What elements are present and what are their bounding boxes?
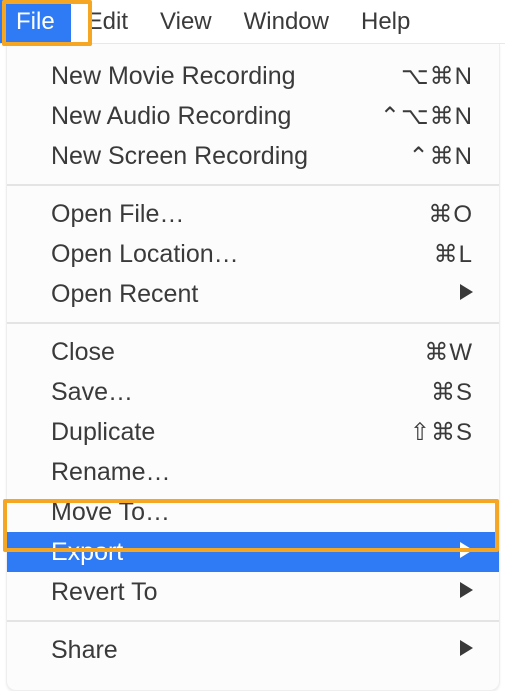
menu-item-label: Open Recent bbox=[51, 280, 460, 309]
file-menu-dropdown: New Movie Recording ⌥⌘N New Audio Record… bbox=[6, 44, 500, 691]
menu-item-label: Open File… bbox=[51, 200, 428, 229]
menu-item-label: New Audio Recording bbox=[51, 102, 380, 131]
menu-item-label: Save… bbox=[51, 378, 431, 407]
menu-group: Close ⌘W Save… ⌘S Duplicate ⇧⌘S Rename… … bbox=[7, 326, 499, 618]
menu-item-shortcut: ⌘S bbox=[431, 378, 473, 407]
menu-item-label: Rename… bbox=[51, 458, 473, 487]
menu-item-move-to[interactable]: Move To… bbox=[7, 492, 499, 532]
menu-item-label: Move To… bbox=[51, 498, 473, 527]
menubar-item-help[interactable]: Help bbox=[345, 0, 426, 43]
menu-item-open-file[interactable]: Open File… ⌘O bbox=[7, 194, 499, 234]
menu-item-shortcut: ⌘O bbox=[428, 200, 473, 229]
menu-group: New Movie Recording ⌥⌘N New Audio Record… bbox=[7, 50, 499, 182]
menu-item-label: Open Location… bbox=[51, 240, 434, 269]
menubar-item-edit[interactable]: Edit bbox=[71, 0, 144, 43]
chevron-right-icon bbox=[460, 581, 473, 604]
menubar-label: Help bbox=[361, 8, 410, 36]
menu-separator bbox=[7, 620, 499, 622]
menubar-item-window[interactable]: Window bbox=[228, 0, 345, 43]
menu-item-shortcut: ⌃⌥⌘N bbox=[380, 102, 473, 131]
menu-item-label: Export bbox=[51, 538, 460, 567]
menu-item-open-recent[interactable]: Open Recent bbox=[7, 274, 499, 314]
menu-item-shortcut: ⌥⌘N bbox=[401, 62, 473, 91]
menu-item-label: New Movie Recording bbox=[51, 62, 401, 91]
menubar-label: Edit bbox=[87, 8, 128, 36]
menu-item-new-movie-recording[interactable]: New Movie Recording ⌥⌘N bbox=[7, 56, 499, 96]
menu-item-new-screen-recording[interactable]: New Screen Recording ⌃⌘N bbox=[7, 136, 499, 176]
chevron-right-icon bbox=[460, 541, 473, 564]
menu-item-close[interactable]: Close ⌘W bbox=[7, 332, 499, 372]
menu-item-label: Duplicate bbox=[51, 418, 410, 447]
menu-item-new-audio-recording[interactable]: New Audio Recording ⌃⌥⌘N bbox=[7, 96, 499, 136]
menu-item-shortcut: ⌃⌘N bbox=[409, 142, 473, 171]
menubar-item-file[interactable]: File bbox=[0, 0, 71, 43]
chevron-right-icon bbox=[460, 283, 473, 306]
menu-item-label: Revert To bbox=[51, 578, 460, 607]
menubar-label: View bbox=[160, 8, 212, 36]
menu-separator bbox=[7, 184, 499, 186]
menubar-label: Window bbox=[244, 8, 329, 36]
menu-item-share[interactable]: Share bbox=[7, 630, 499, 670]
menu-group: Share bbox=[7, 624, 499, 676]
menu-item-shortcut: ⌘W bbox=[424, 338, 473, 367]
menu-group: Open File… ⌘O Open Location… ⌘L Open Rec… bbox=[7, 188, 499, 320]
menu-item-duplicate[interactable]: Duplicate ⇧⌘S bbox=[7, 412, 499, 452]
menu-item-label: Share bbox=[51, 636, 460, 665]
menubar-item-view[interactable]: View bbox=[144, 0, 228, 43]
menubar: File Edit View Window Help bbox=[0, 0, 505, 44]
menu-separator bbox=[7, 322, 499, 324]
menu-item-shortcut: ⇧⌘S bbox=[410, 418, 473, 447]
chevron-right-icon bbox=[460, 639, 473, 662]
menubar-label: File bbox=[16, 8, 55, 36]
menu-item-rename[interactable]: Rename… bbox=[7, 452, 499, 492]
menu-item-open-location[interactable]: Open Location… ⌘L bbox=[7, 234, 499, 274]
menu-item-revert-to[interactable]: Revert To bbox=[7, 572, 499, 612]
menu-item-save[interactable]: Save… ⌘S bbox=[7, 372, 499, 412]
menu-item-shortcut: ⌘L bbox=[434, 240, 473, 269]
menu-item-label: Close bbox=[51, 338, 424, 367]
menu-item-label: New Screen Recording bbox=[51, 142, 409, 171]
menu-item-export[interactable]: Export bbox=[7, 532, 499, 572]
